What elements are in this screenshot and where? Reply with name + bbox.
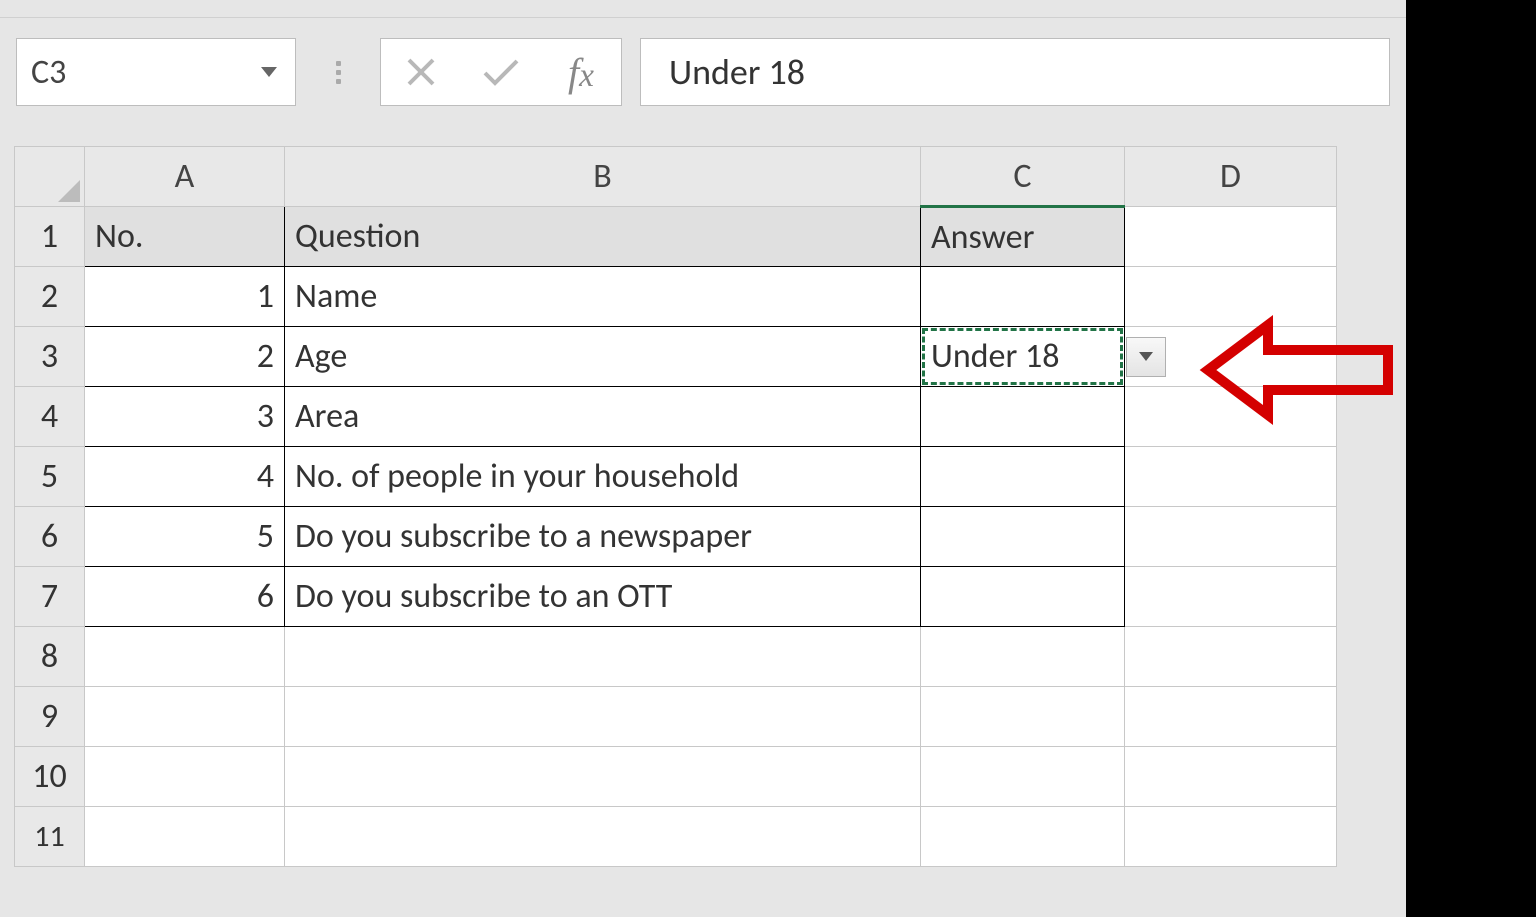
cell-C7[interactable] — [921, 567, 1125, 627]
fx-icon: fx — [568, 49, 594, 96]
formula-bar: C3 fx Under 18 — [0, 18, 1406, 144]
cell-C8[interactable] — [921, 627, 1125, 687]
cell-C4[interactable] — [921, 387, 1125, 447]
cell-B7[interactable]: Do you subscribe to an OTT — [285, 567, 921, 627]
cell-D1[interactable] — [1125, 207, 1337, 267]
cell-C3[interactable]: Under 18 — [921, 327, 1125, 387]
x-icon — [404, 55, 438, 89]
row-header-4[interactable]: 4 — [15, 387, 85, 447]
cell-D2[interactable] — [1125, 267, 1337, 327]
cell-A10[interactable] — [85, 747, 285, 807]
cell-C1[interactable]: Answer — [921, 207, 1125, 267]
formula-bar-buttons: fx — [380, 38, 622, 106]
cell-B9[interactable] — [285, 687, 921, 747]
cell-B1[interactable]: Question — [285, 207, 921, 267]
cell-B11[interactable] — [285, 807, 921, 867]
spreadsheet-grid[interactable]: A B C D 1 No. Question Answer 2 1 Name 3… — [14, 146, 1337, 867]
cell-B10[interactable] — [285, 747, 921, 807]
cell-A11[interactable] — [85, 807, 285, 867]
cell-D5[interactable] — [1125, 447, 1337, 507]
col-header-A[interactable]: A — [85, 147, 285, 207]
cell-A1[interactable]: No. — [85, 207, 285, 267]
cell-A8[interactable] — [85, 627, 285, 687]
cell-D8[interactable] — [1125, 627, 1337, 687]
row-header-9[interactable]: 9 — [15, 687, 85, 747]
row-header-1[interactable]: 1 — [15, 207, 85, 267]
name-box[interactable]: C3 — [16, 38, 296, 106]
cell-A4[interactable]: 3 — [85, 387, 285, 447]
cell-D3[interactable] — [1125, 327, 1337, 387]
cell-B6[interactable]: Do you subscribe to a newspaper — [285, 507, 921, 567]
cell-C9[interactable] — [921, 687, 1125, 747]
cell-C10[interactable] — [921, 747, 1125, 807]
cell-C2[interactable] — [921, 267, 1125, 327]
cell-B3[interactable]: Age — [285, 327, 921, 387]
black-side-bar — [1406, 0, 1536, 917]
row-header-10[interactable]: 10 — [15, 747, 85, 807]
row-header-11[interactable]: 11 — [15, 807, 85, 867]
cell-A3[interactable]: 2 — [85, 327, 285, 387]
cell-B5[interactable]: No. of people in your household — [285, 447, 921, 507]
cell-B2[interactable]: Name — [285, 267, 921, 327]
formula-bar-splitter[interactable] — [308, 61, 368, 84]
row-header-7[interactable]: 7 — [15, 567, 85, 627]
cell-D6[interactable] — [1125, 507, 1337, 567]
name-box-caret-icon[interactable] — [261, 67, 277, 77]
formula-input[interactable]: Under 18 — [640, 38, 1390, 106]
cell-B4[interactable]: Area — [285, 387, 921, 447]
check-icon — [481, 55, 521, 89]
name-box-value: C3 — [31, 52, 66, 93]
insert-function-button[interactable]: fx — [561, 52, 601, 92]
cell-A6[interactable]: 5 — [85, 507, 285, 567]
col-header-D[interactable]: D — [1125, 147, 1337, 207]
col-header-C[interactable]: C — [921, 147, 1125, 207]
spreadsheet-container: C3 fx Under 18 — [0, 0, 1406, 917]
row-header-8[interactable]: 8 — [15, 627, 85, 687]
cancel-button[interactable] — [401, 52, 441, 92]
cell-C3-value: Under 18 — [931, 336, 1059, 377]
cell-D7[interactable] — [1125, 567, 1337, 627]
cell-D9[interactable] — [1125, 687, 1337, 747]
row-header-5[interactable]: 5 — [15, 447, 85, 507]
cell-A5[interactable]: 4 — [85, 447, 285, 507]
row-header-2[interactable]: 2 — [15, 267, 85, 327]
cell-A2[interactable]: 1 — [85, 267, 285, 327]
top-strip — [0, 0, 1406, 18]
cell-C6[interactable] — [921, 507, 1125, 567]
cell-D11[interactable] — [1125, 807, 1337, 867]
cell-C11[interactable] — [921, 807, 1125, 867]
cell-D10[interactable] — [1125, 747, 1337, 807]
cell-A7[interactable]: 6 — [85, 567, 285, 627]
select-all-corner[interactable] — [15, 147, 85, 207]
cell-A9[interactable] — [85, 687, 285, 747]
enter-button[interactable] — [481, 52, 521, 92]
cell-B8[interactable] — [285, 627, 921, 687]
row-header-6[interactable]: 6 — [15, 507, 85, 567]
cell-D4[interactable] — [1125, 387, 1337, 447]
col-header-B[interactable]: B — [285, 147, 921, 207]
row-header-3[interactable]: 3 — [15, 327, 85, 387]
cell-C5[interactable] — [921, 447, 1125, 507]
formula-input-value: Under 18 — [669, 50, 805, 94]
